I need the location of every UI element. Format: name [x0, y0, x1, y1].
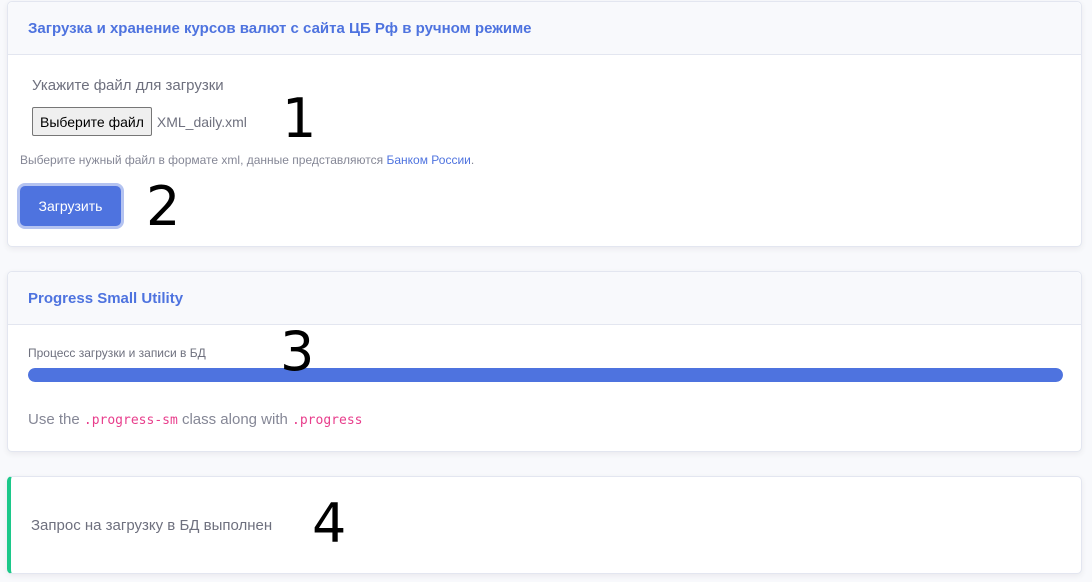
upload-card-title: Загрузка и хранение курсов валют с сайта… — [8, 2, 1081, 55]
bank-of-russia-link[interactable]: Банком России — [386, 153, 470, 167]
file-input-label: Укажите файл для загрузки — [32, 77, 224, 94]
progress-track — [28, 368, 1063, 382]
code-progress-sm: .progress-sm — [83, 413, 178, 428]
choose-file-button[interactable]: Выберите файл — [32, 107, 152, 136]
annotation-marker-2: 2 — [146, 175, 181, 238]
progress-bar — [28, 368, 1063, 382]
progress-card-title: Progress Small Utility — [8, 272, 1081, 325]
help-text-prefix: Выберите нужный файл в формате xml, данн… — [20, 153, 384, 167]
code-progress: .progress — [292, 413, 363, 428]
usage-prefix: Use the — [28, 411, 80, 428]
help-text-suffix: . — [470, 153, 475, 167]
status-message: Запрос на загрузку в БД выполнен — [31, 516, 273, 534]
usage-text: Use the .progress-sm class along with .p… — [28, 411, 362, 428]
progress-label: Процесс загрузки и записи в БД — [28, 346, 206, 360]
annotation-marker-3: 3 — [280, 320, 315, 383]
file-input[interactable]: Выберите файл XML_daily.xml — [32, 107, 247, 136]
file-help-text: Выберите нужный файл в формате xml, данн… — [20, 153, 474, 167]
status-card: Запрос на загрузку в БД выполнен — [7, 476, 1082, 574]
usage-middle: class along with — [181, 411, 288, 428]
annotation-marker-4: 4 — [312, 492, 347, 555]
selected-file-name: XML_daily.xml — [156, 113, 247, 130]
upload-submit-button[interactable]: Загрузить — [20, 186, 121, 226]
annotation-marker-1: 1 — [282, 87, 317, 150]
progress-card: Progress Small Utility Процесс загрузки … — [7, 271, 1082, 452]
